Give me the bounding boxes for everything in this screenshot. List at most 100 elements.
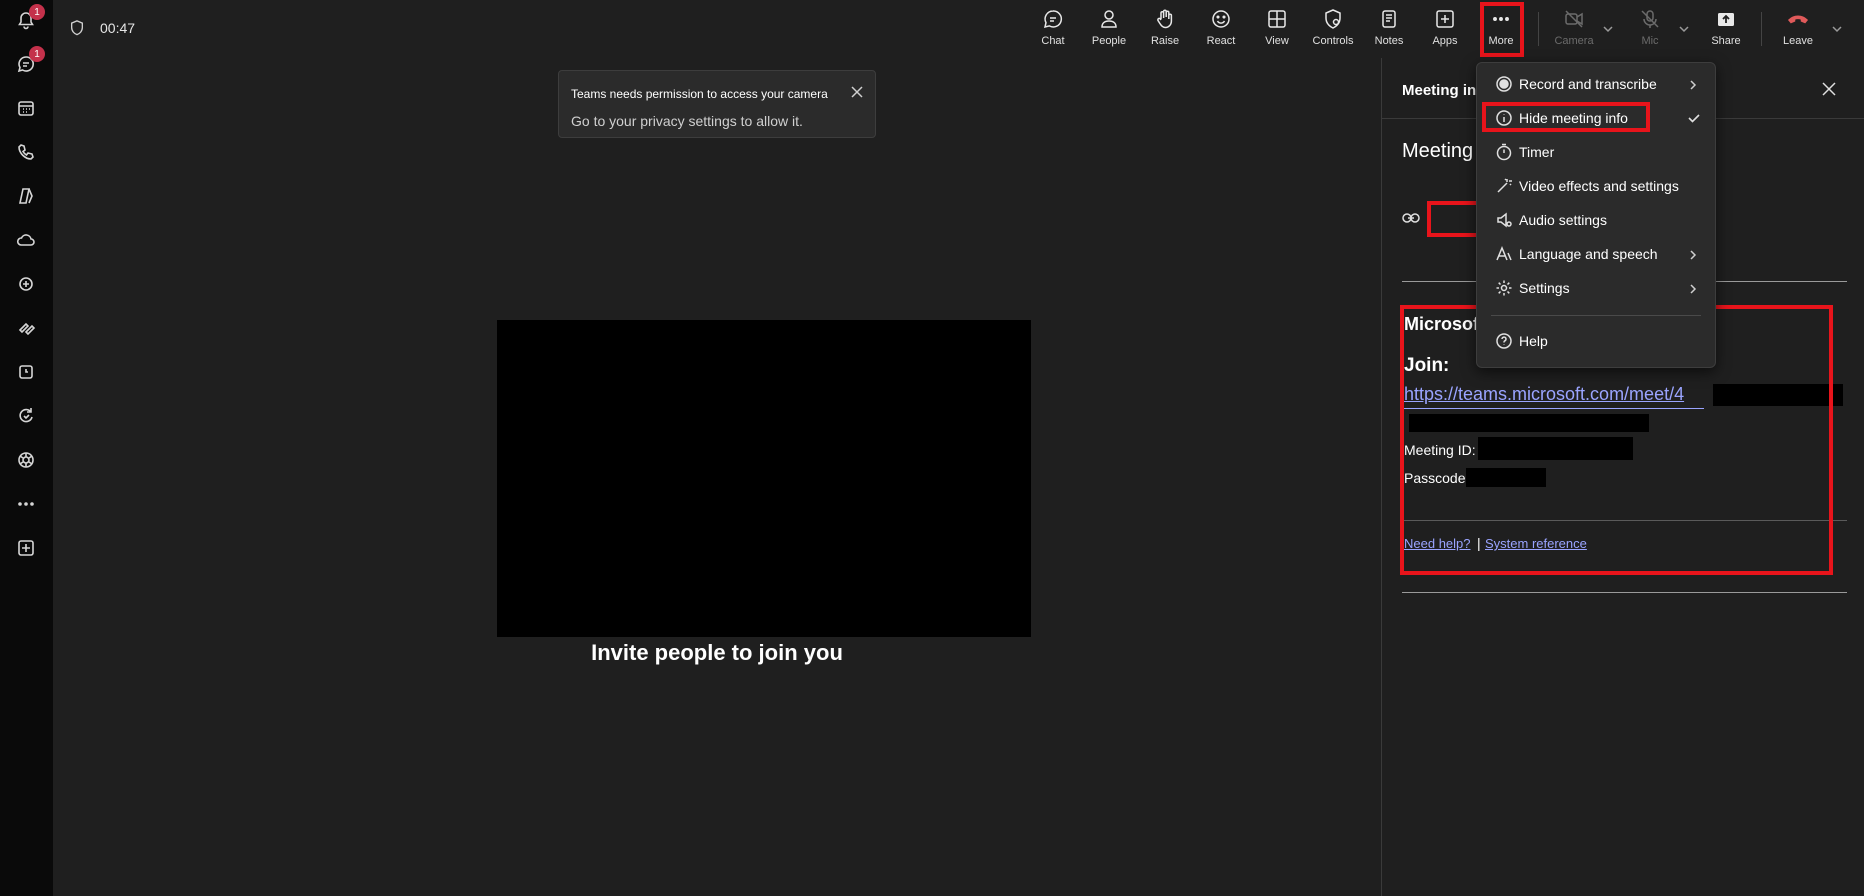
updates-button[interactable] [8, 398, 44, 434]
toast-title: Teams needs permission to access your ca… [571, 87, 828, 101]
chevron-right-icon [1687, 78, 1699, 90]
camera-off-icon [1565, 10, 1583, 28]
more-highlight-box [1480, 2, 1524, 57]
copilot-button[interactable] [8, 178, 44, 214]
clock-icon [19, 365, 33, 379]
menu-item-help[interactable]: Help [1477, 325, 1715, 357]
toast-close-icon[interactable] [850, 85, 864, 99]
help-icon [1495, 332, 1513, 350]
checkmark-icon [1687, 111, 1701, 125]
toolbar-divider-2 [1761, 12, 1762, 46]
refresh-icon [19, 408, 33, 423]
smiley-icon [1212, 10, 1230, 28]
shortcuts-button[interactable] [8, 310, 44, 346]
mic-options-chevron-icon[interactable] [1677, 22, 1691, 36]
hide-meeting-info-highlight-box [1482, 102, 1650, 132]
chat-icon [1043, 10, 1063, 29]
share-button[interactable]: Share [1698, 8, 1754, 52]
activity-badge: 1 [29, 4, 45, 20]
more-icon [18, 502, 34, 506]
view-label: View [1265, 35, 1289, 47]
hex-icon [18, 452, 34, 468]
menu-item-language[interactable]: Language and speech [1477, 238, 1715, 270]
menu-divider [1491, 315, 1701, 316]
panel-header: Meeting in [1402, 82, 1477, 99]
phone-icon [18, 144, 34, 160]
camera-label: Camera [1554, 35, 1594, 47]
record-icon [1495, 75, 1513, 93]
raise-label: Raise [1150, 35, 1180, 47]
react-button[interactable]: React [1193, 8, 1249, 52]
menu-item-label: Settings [1519, 280, 1570, 296]
controls-button[interactable]: Controls [1305, 8, 1361, 52]
raise-hand-button[interactable]: Raise [1137, 8, 1193, 52]
leave-button[interactable]: Leave [1770, 8, 1826, 52]
add-app-button[interactable] [8, 530, 44, 566]
wand-icon [1495, 177, 1513, 195]
toolbar-divider [1538, 12, 1539, 46]
mic-label: Mic [1641, 35, 1659, 47]
share-icon [1718, 13, 1734, 26]
menu-item-label: Audio settings [1519, 212, 1607, 228]
timer-icon [1495, 143, 1513, 161]
menu-item-audio-settings[interactable]: Audio settings [1477, 204, 1715, 236]
panel-close-icon[interactable] [1822, 82, 1836, 96]
calls-button[interactable] [8, 134, 44, 170]
shield-icon [69, 19, 87, 39]
menu-item-label: Video effects and settings [1519, 178, 1679, 194]
activity-button[interactable]: 1 [8, 2, 45, 38]
shifts-button[interactable] [8, 354, 44, 390]
menu-item-label: Language and speech [1519, 246, 1658, 262]
meeting-timer: 00:47 [100, 20, 136, 36]
menu-item-settings[interactable]: Settings [1477, 272, 1715, 304]
more-options-menu: Record and transcribe Hide meeting info … [1476, 62, 1716, 368]
mic-off-icon [1641, 10, 1659, 28]
speaker-icon [1495, 211, 1513, 229]
onedrive-button[interactable] [8, 222, 44, 258]
camera-options-chevron-icon[interactable] [1601, 22, 1615, 36]
apps-label: Apps [1432, 35, 1458, 47]
chat-button[interactable]: Chat [1025, 8, 1081, 52]
shortcuts-icon [18, 322, 36, 336]
chat-badge: 1 [29, 46, 45, 62]
more-apps-button[interactable] [8, 486, 44, 522]
menu-item-timer[interactable]: Timer [1477, 136, 1715, 168]
self-video-preview [497, 320, 1031, 637]
meeting-title: Meeting [1402, 140, 1474, 162]
camera-permission-toast: Teams needs permission to access your ca… [558, 70, 876, 138]
shield-gear-icon [1325, 9, 1341, 29]
controls-label: Controls [1312, 35, 1354, 47]
gear-icon [1495, 279, 1513, 297]
menu-item-label: Timer [1519, 144, 1555, 160]
mic-button[interactable]: Mic [1622, 8, 1678, 52]
camera-button[interactable]: Camera [1546, 8, 1602, 52]
apps-button[interactable]: Apps [1417, 8, 1473, 52]
link-icon [1402, 211, 1420, 225]
share-label: Share [1711, 35, 1741, 47]
hang-up-icon [1787, 15, 1809, 24]
people-label: People [1091, 35, 1127, 47]
calendar-button[interactable] [8, 90, 44, 126]
chevron-right-icon [1687, 282, 1699, 294]
chat-label: Chat [1041, 35, 1065, 47]
people-icon [1101, 10, 1117, 28]
people-button[interactable]: People [1081, 8, 1137, 52]
apps-hex-button[interactable] [8, 442, 44, 478]
leave-options-chevron-icon[interactable] [1830, 22, 1844, 36]
react-label: React [1206, 35, 1236, 47]
menu-item-video-effects[interactable]: Video effects and settings [1477, 170, 1715, 202]
panel-divider-3 [1402, 592, 1847, 593]
chevron-right-icon [1687, 248, 1699, 260]
exchange-icon [19, 277, 33, 291]
notes-label: Notes [1374, 35, 1404, 47]
exchange-button[interactable] [8, 266, 44, 302]
notes-icon [1382, 10, 1396, 28]
hand-icon [1157, 9, 1173, 29]
view-button[interactable]: View [1249, 8, 1305, 52]
menu-item-label: Help [1519, 333, 1548, 349]
app-rail: 1 1 [0, 0, 53, 896]
menu-item-record[interactable]: Record and transcribe [1477, 68, 1715, 100]
meeting-toolbar: 00:47 Chat People Raise React View Contr… [53, 0, 1864, 59]
notes-button[interactable]: Notes [1361, 8, 1417, 52]
chat-rail-button[interactable]: 1 [8, 46, 45, 82]
